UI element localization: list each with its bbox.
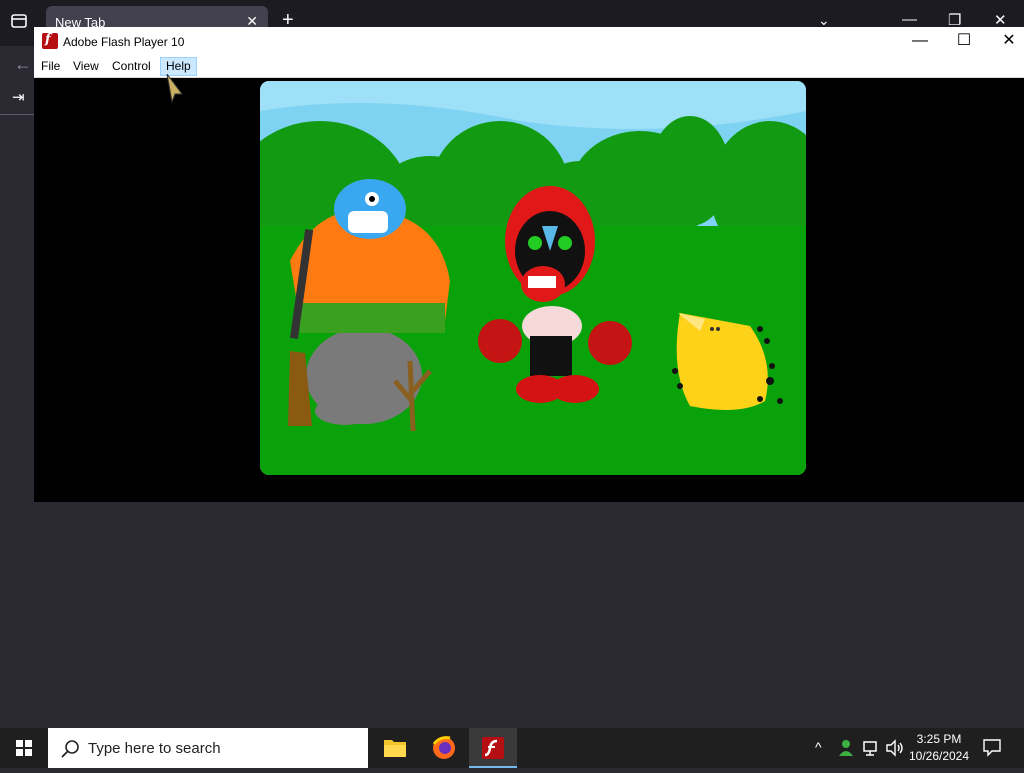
show-hidden-icons-chevron[interactable]: ^ xyxy=(815,739,822,755)
firefox-icon xyxy=(432,736,455,759)
menu-view[interactable]: View xyxy=(68,58,104,75)
flash-icon-letter: f xyxy=(45,32,51,47)
clock-time[interactable]: 3:25 PM xyxy=(900,732,978,746)
clock-date[interactable]: 10/26/2024 xyxy=(900,749,978,763)
maximize-button[interactable]: ☐ xyxy=(942,30,986,52)
taskbar-firefox[interactable] xyxy=(420,728,468,768)
taskbar: Type here to search ^ 3:25 PM 10/26/2024 xyxy=(0,728,1024,768)
user-status-icon[interactable] xyxy=(837,738,855,758)
network-icon[interactable] xyxy=(862,739,880,757)
flash-content-area[interactable] xyxy=(34,78,1024,502)
sign-in-icon[interactable]: ⇥ xyxy=(12,88,25,106)
flash-app-icon: f xyxy=(42,32,58,49)
menu-control[interactable]: Control xyxy=(107,58,156,75)
window-title: Adobe Flash Player 10 xyxy=(63,35,185,49)
folder-icon xyxy=(384,740,406,757)
minimize-button[interactable]: — xyxy=(898,30,942,52)
windows-start-icon[interactable] xyxy=(0,728,48,768)
browser-minimize-button[interactable]: — xyxy=(902,11,917,28)
close-button[interactable]: ✕ xyxy=(987,30,1024,52)
game-stage[interactable] xyxy=(260,81,806,475)
menu-file[interactable]: File xyxy=(36,58,65,75)
flash-player-icon xyxy=(482,737,504,759)
title-bar[interactable]: f Adobe Flash Player 10 — ☐ ✕ xyxy=(34,27,1024,56)
taskbar-flash-player[interactable] xyxy=(469,728,517,768)
firefox-view-icon[interactable] xyxy=(10,12,28,30)
taskbar-search-box[interactable]: Type here to search xyxy=(48,728,368,768)
notification-icon[interactable] xyxy=(982,737,1002,757)
game-scene xyxy=(260,81,806,475)
search-placeholder: Type here to search xyxy=(88,740,221,757)
mouse-cursor-icon xyxy=(166,73,183,104)
taskbar-file-explorer[interactable] xyxy=(371,728,419,768)
back-arrow-icon[interactable]: ← xyxy=(14,54,32,75)
search-icon xyxy=(61,740,79,758)
